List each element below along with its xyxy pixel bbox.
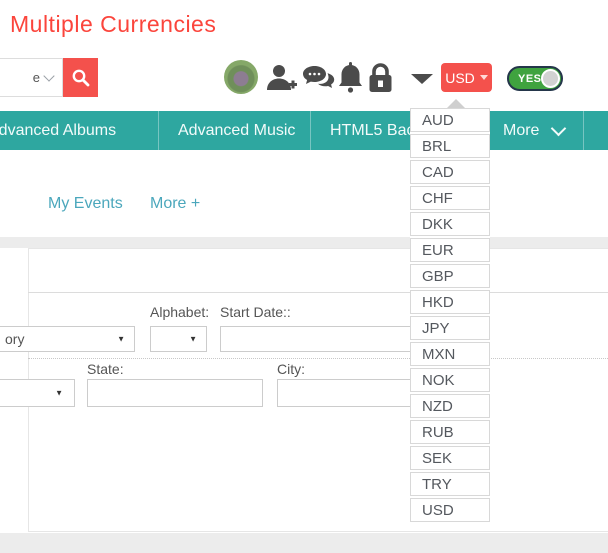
currency-list: AUDBRLCADCHFDKKEURGBPHKDJPYMXNNOKNZDRUBS… — [410, 107, 490, 523]
lock-icon[interactable] — [367, 62, 394, 93]
dropdown-caret-icon — [447, 99, 465, 108]
nav-item-advanced-albums[interactable]: Advanced Albums — [0, 111, 116, 150]
select-arrow-icon: ▼ — [189, 335, 197, 344]
currency-option[interactable]: DKK — [410, 212, 490, 236]
select-arrow-icon: ▼ — [117, 335, 125, 344]
add-user-icon[interactable] — [266, 64, 297, 91]
city-label: City: — [277, 361, 305, 377]
currency-dropdown-button[interactable]: USD — [441, 63, 492, 92]
nav-separator — [158, 111, 159, 150]
currency-option[interactable]: EUR — [410, 238, 490, 262]
currency-option[interactable]: NOK — [410, 368, 490, 392]
toggle-knob[interactable] — [541, 69, 560, 88]
more-link[interactable]: More + — [150, 195, 200, 213]
notifications-icon[interactable] — [339, 62, 362, 94]
state-input[interactable] — [87, 379, 263, 407]
nav-item-html5-back[interactable]: HTML5 Back — [330, 111, 422, 150]
form-row-divider — [28, 358, 608, 359]
avatar[interactable] — [224, 60, 258, 94]
my-events-link[interactable]: My Events — [48, 195, 123, 213]
toggle-label: YES — [518, 73, 542, 85]
gray-band-bottom — [0, 533, 608, 553]
page: Multiple Currencies e USD — [0, 0, 608, 553]
currency-option[interactable]: GBP — [410, 264, 490, 288]
search-button[interactable] — [63, 58, 98, 97]
state-label: State: — [87, 361, 124, 377]
currency-option[interactable]: RUB — [410, 420, 490, 444]
search-scope-select[interactable]: e — [0, 58, 63, 97]
category-select-value: ory — [5, 331, 24, 347]
currency-option[interactable]: USD — [410, 498, 490, 522]
currency-option[interactable]: CHF — [410, 186, 490, 210]
currency-option[interactable]: MXN — [410, 342, 490, 366]
currency-option[interactable]: CAD — [410, 160, 490, 184]
search-icon — [71, 68, 90, 87]
chevron-down-icon — [551, 121, 567, 137]
currency-option[interactable]: TRY — [410, 472, 490, 496]
currency-option[interactable]: AUD — [410, 108, 490, 132]
search-scope-value: e — [33, 70, 40, 85]
alphabet-select[interactable]: ▼ — [150, 326, 207, 352]
currency-option[interactable]: SEK — [410, 446, 490, 470]
messages-icon[interactable] — [303, 66, 335, 92]
nav-separator — [583, 111, 584, 150]
alphabet-label: Alphabet: — [150, 304, 209, 320]
start-date-label: Start Date:: — [220, 304, 291, 320]
nav-item-advanced-music[interactable]: Advanced Music — [178, 111, 295, 150]
currency-option[interactable]: NZD — [410, 394, 490, 418]
currency-option[interactable]: BRL — [410, 134, 490, 158]
currency-button-label: USD — [445, 70, 475, 86]
page-title: Multiple Currencies — [10, 11, 216, 38]
country-select[interactable]: ▼ — [0, 379, 75, 407]
chevron-down-icon — [43, 70, 54, 81]
panel-divider — [28, 292, 608, 293]
main-navbar: Advanced Albums Advanced Music HTML5 Bac… — [0, 111, 608, 150]
select-arrow-icon: ▼ — [55, 389, 63, 398]
gray-band-top — [0, 237, 608, 248]
yes-toggle[interactable]: YES — [507, 66, 563, 91]
category-select[interactable]: ory ▼ — [0, 326, 135, 352]
currency-option[interactable]: JPY — [410, 316, 490, 340]
more-options-caret-icon[interactable] — [411, 74, 433, 84]
nav-item-more[interactable]: More — [503, 111, 564, 150]
chevron-down-icon — [480, 75, 488, 80]
nav-separator — [310, 111, 311, 150]
currency-option[interactable]: HKD — [410, 290, 490, 314]
